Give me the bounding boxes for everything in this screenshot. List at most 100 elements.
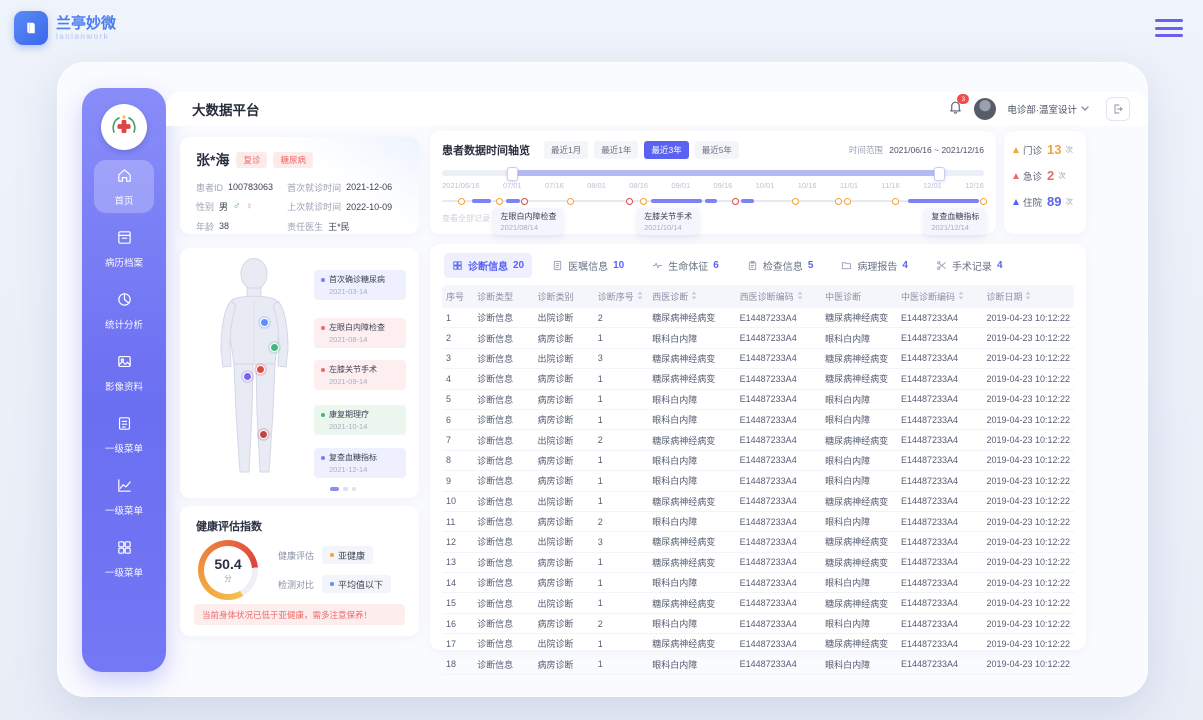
table-cell: 出院诊断 xyxy=(537,434,597,447)
event-segment[interactable] xyxy=(705,199,717,203)
event-dot[interactable] xyxy=(835,198,842,205)
event-segment[interactable] xyxy=(908,199,978,203)
event-dot[interactable] xyxy=(892,198,899,205)
slider-selection[interactable] xyxy=(511,170,938,176)
event-dot[interactable] xyxy=(792,198,799,205)
timeline-filters: 最近1月最近1年最近3年最近5年 xyxy=(544,141,739,159)
sidebar-item-2[interactable]: 统计分析 xyxy=(94,284,154,337)
body-map-card: 首次确诊糖尿病 2021-03-14 左眼白内障检查 2021-08-14 左膝… xyxy=(180,248,419,498)
table-cell: 1 xyxy=(446,313,477,323)
timeline-tick: 2021/06/16 xyxy=(442,181,480,190)
sidebar-item-label: 影像资料 xyxy=(105,379,143,393)
table-cell: 出院诊断 xyxy=(537,637,597,650)
event-segment[interactable] xyxy=(506,199,520,203)
slider-handle-right[interactable] xyxy=(934,167,945,181)
table-cell: 诊断信息 xyxy=(477,637,537,650)
event-segment[interactable] xyxy=(651,199,702,203)
sidebar-item-6[interactable]: 一级菜单 xyxy=(94,532,154,585)
page: 兰亭妙微 lanlanwork 首页 病历档案 统计分析 xyxy=(0,0,1203,720)
body-marker-dot[interactable] xyxy=(260,318,269,327)
sidebar-item-3[interactable]: 影像资料 xyxy=(94,346,154,399)
column-header: 序号 xyxy=(446,290,477,303)
tab-0[interactable]: 诊断信息 20 xyxy=(444,253,532,278)
table-row: 17诊断信息出院诊断1糖尿病神经病变E14487233A4糖尿病神经病变E144… xyxy=(442,634,1074,654)
timeline-filter-3[interactable]: 最近5年 xyxy=(695,141,739,159)
event-dot[interactable] xyxy=(640,198,647,205)
event-dot[interactable] xyxy=(521,198,528,205)
tab-1[interactable]: 医嘱信息 10 xyxy=(544,253,632,278)
table-cell: E14487233A4 xyxy=(740,333,826,343)
event-segment[interactable] xyxy=(741,199,754,203)
event-dot[interactable] xyxy=(567,198,574,205)
table-cell: E14487233A4 xyxy=(901,333,987,343)
sidebar-item-1[interactable]: 病历档案 xyxy=(94,222,154,275)
sidebar-item-label: 首页 xyxy=(114,193,133,207)
body-marker-dot[interactable] xyxy=(256,365,265,374)
event-dot[interactable] xyxy=(626,198,633,205)
event-dot[interactable] xyxy=(980,198,987,205)
table-cell: 3 xyxy=(446,353,477,363)
tab-3[interactable]: 检查信息 5 xyxy=(739,253,822,278)
event-dot[interactable] xyxy=(458,198,465,205)
timeline-tick: 08/01 xyxy=(587,181,606,190)
table-cell: 糖尿病神经病变 xyxy=(825,495,901,508)
pagination-dot[interactable] xyxy=(352,487,357,492)
image-icon xyxy=(116,353,133,375)
tab-2[interactable]: 生命体征 6 xyxy=(644,253,727,278)
tab-5[interactable]: 手术记录 4 xyxy=(928,253,1011,278)
sort-icon[interactable] xyxy=(797,291,803,302)
timeline-filter-2[interactable]: 最近3年 xyxy=(644,141,688,159)
body-marker-dot[interactable] xyxy=(243,372,252,381)
table-cell: 1 xyxy=(598,394,652,404)
column-header[interactable]: 中医诊断编码 xyxy=(901,290,987,303)
timeline-tick: 11/01 xyxy=(840,181,858,190)
event-dot[interactable] xyxy=(496,198,503,205)
table-cell: 诊断信息 xyxy=(477,454,537,467)
sidebar-item-label: 一级菜单 xyxy=(105,565,143,579)
event-dot[interactable] xyxy=(844,198,851,205)
avatar[interactable] xyxy=(974,98,996,120)
table-cell: 2019-04-23 10:12:22 xyxy=(986,578,1070,588)
table-row: 10诊断信息出院诊断1糖尿病神经病变E14487233A4糖尿病神经病变E144… xyxy=(442,492,1074,512)
slider-handle-left[interactable] xyxy=(507,167,518,181)
table-cell: E14487233A4 xyxy=(740,313,826,323)
column-header[interactable]: 西医诊断 xyxy=(652,290,739,303)
event-segment[interactable] xyxy=(472,199,491,203)
notifications-bell-icon[interactable]: 3 xyxy=(948,99,963,119)
stat-row: 门诊 13 次 xyxy=(1013,142,1086,157)
table-cell: 诊断信息 xyxy=(477,413,537,426)
timeline-filter-1[interactable]: 最近1年 xyxy=(594,141,638,159)
table-cell: 病房诊断 xyxy=(537,515,597,528)
timeline-card: 患者数据时间轴览 最近1月最近1年最近3年最近5年 时间范围 2021/06/1… xyxy=(430,131,996,234)
table-cell: 诊断信息 xyxy=(477,515,537,528)
sidebar-item-5[interactable]: 一级菜单 xyxy=(94,470,154,523)
body-marker-dot[interactable] xyxy=(259,430,268,439)
hamburger-menu-icon[interactable] xyxy=(1155,19,1183,37)
tab-4[interactable]: 病理报告 4 xyxy=(833,253,916,278)
gallery-icon xyxy=(116,539,133,561)
timeline-note: 查看全部记录 xyxy=(442,213,490,224)
sort-icon[interactable] xyxy=(958,291,964,302)
sidebar-item-4[interactable]: 一级菜单 xyxy=(94,408,154,461)
table-row: 12诊断信息出院诊断3糖尿病神经病变E14487233A4糖尿病神经病变E144… xyxy=(442,532,1074,552)
table-cell: E14487233A4 xyxy=(740,517,826,527)
user-menu[interactable]: 电诊部·温室设计 xyxy=(1007,102,1089,116)
pagination-dot[interactable] xyxy=(330,487,339,492)
table-cell: 诊断信息 xyxy=(477,535,537,548)
timeline-filter-0[interactable]: 最近1月 xyxy=(544,141,588,159)
body-event-chip: 左膝关节手术 2021-09-14 xyxy=(314,360,406,390)
sort-icon[interactable] xyxy=(691,291,697,302)
timeline-tooltip: 左眼白内障检查 2021/08/14 xyxy=(493,208,563,235)
sort-icon[interactable] xyxy=(1025,291,1031,302)
logout-icon[interactable] xyxy=(1106,97,1130,121)
timeline-slider[interactable] xyxy=(442,168,984,178)
body-marker-dot[interactable] xyxy=(270,343,279,352)
column-header[interactable]: 西医诊断编码 xyxy=(740,290,826,303)
column-header[interactable]: 诊断序号 xyxy=(598,290,652,303)
column-header[interactable]: 诊断日期 xyxy=(986,290,1070,303)
pagination-dot[interactable] xyxy=(343,487,348,492)
event-dot[interactable] xyxy=(732,198,739,205)
table-cell: E14487233A4 xyxy=(740,578,826,588)
sort-icon[interactable] xyxy=(637,291,643,302)
sidebar-item-0[interactable]: 首页 xyxy=(94,160,154,213)
